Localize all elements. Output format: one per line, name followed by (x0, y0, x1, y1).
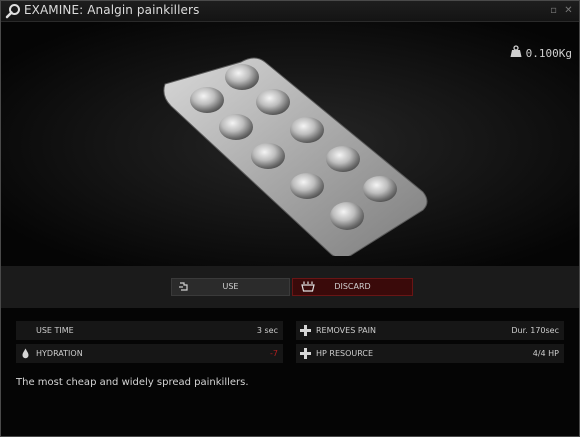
stat-label: USE TIME (36, 326, 74, 335)
discard-button[interactable]: DISCARD (292, 278, 413, 296)
stat-use-time: USE TIME 3 sec (16, 321, 283, 340)
medical-cross-icon (300, 348, 311, 359)
item-preview[interactable]: 0.100Kg (1, 22, 579, 266)
stat-label: REMOVES PAIN (316, 326, 376, 335)
item-weight: 0.100Kg (510, 44, 572, 62)
actions-bar (1, 266, 579, 308)
stat-value: -7 (270, 349, 278, 358)
stat-hp-resource: HP RESOURCE 4/4 HP (296, 344, 564, 363)
stat-removes-pain: REMOVES PAIN Dur. 170sec (296, 321, 564, 340)
discard-label: DISCARD (334, 282, 371, 291)
examine-window: EXAMINE: Analgin painkillers ▫ ✕ 0.100Kg… (0, 0, 580, 437)
stat-label: HYDRATION (36, 349, 83, 358)
stat-value: 4/4 HP (532, 349, 559, 358)
stat-label: HP RESOURCE (316, 349, 374, 358)
medical-cross-icon (300, 325, 311, 336)
magnifier-icon (5, 3, 21, 19)
stat-value: 3 sec (256, 326, 278, 335)
stat-value: Dur. 170sec (511, 326, 559, 335)
title-bar[interactable]: EXAMINE: Analgin painkillers ▫ ✕ (1, 1, 579, 22)
weight-value: 0.100Kg (525, 46, 572, 60)
use-label: USE (222, 282, 239, 291)
weight-icon (510, 45, 522, 61)
use-button[interactable]: USE (171, 278, 290, 296)
water-drop-icon (20, 348, 31, 359)
window-title: EXAMINE: Analgin painkillers (24, 3, 200, 17)
close-button[interactable]: ✕ (563, 5, 574, 16)
item-description: The most cheap and widely spread painkil… (16, 377, 249, 388)
blister-pack-image (163, 57, 428, 256)
stat-hydration: HYDRATION -7 (16, 344, 283, 363)
minimize-button[interactable]: ▫ (548, 5, 559, 16)
